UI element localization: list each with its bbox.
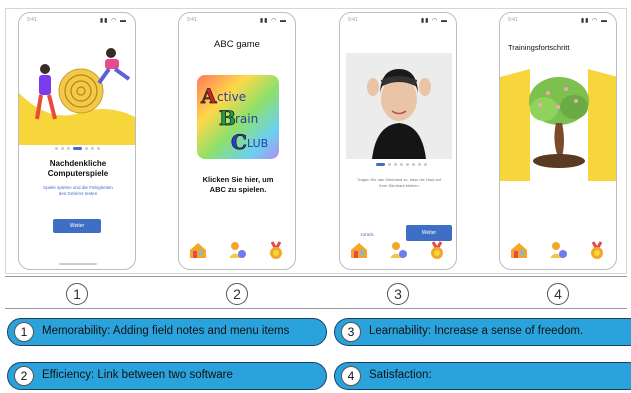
user-brain-icon[interactable]: [226, 240, 248, 260]
brain-game-illustration: [19, 48, 135, 145]
home-icon[interactable]: [508, 240, 530, 260]
note-efficiency: 2 Efficiency: Link between two software: [7, 362, 327, 390]
tab-bar: [340, 237, 456, 263]
onboarding-description: Spiele spielen und die Fähigkeiten des G…: [43, 185, 113, 196]
note-number: 4: [341, 366, 361, 386]
phone-screen-onboarding: 9:41 ▮▮ ◠ ▬ Nachdenkliche Computerspiele…: [18, 12, 136, 270]
note-learnability: 3 Learnability: Increase a sense of free…: [334, 318, 631, 346]
phone-screen-headband: 9:41 ▮▮ ◠ ▬ Tragen Sie das Stirnband so,…: [339, 12, 457, 270]
medal-icon[interactable]: [265, 240, 287, 260]
page-indicator: [376, 163, 427, 166]
screen-number-4: 4: [547, 283, 569, 305]
svg-text:LUB: LUB: [247, 137, 268, 150]
signal-wifi-battery-icon: ▮▮ ◠ ▬: [259, 18, 287, 24]
svg-text:B: B: [219, 106, 236, 130]
phone-screen-training-progress: 9:41 ▮▮ ◠ ▬ Trainingsfortschritt: [499, 12, 617, 270]
svg-text:A: A: [200, 84, 217, 108]
growth-tree-illustration: [500, 69, 616, 181]
note-satisfaction: 4 Satisfaction:: [334, 362, 631, 390]
abc-game-logo[interactable]: A ctive B rain C LUB: [197, 75, 279, 159]
status-time: 9:41: [27, 17, 37, 23]
home-icon[interactable]: [348, 240, 370, 260]
status-time: 9:41: [187, 17, 197, 23]
tab-bar: [500, 237, 616, 263]
note-text: Satisfaction:: [369, 369, 432, 381]
medal-icon[interactable]: [586, 240, 608, 260]
divider-top: [5, 276, 627, 277]
play-abc-prompt[interactable]: Klicken Sie hier, um ABC zu spielen.: [201, 175, 275, 195]
user-brain-icon[interactable]: [547, 240, 569, 260]
screen-number-3: 3: [387, 283, 409, 305]
note-number: 2: [14, 366, 34, 386]
page-indicator: [55, 147, 100, 150]
home-icon[interactable]: [187, 240, 209, 260]
status-bar: 9:41 ▮▮ ◠ ▬: [27, 17, 127, 25]
next-button[interactable]: Weiter: [53, 219, 101, 233]
status-time: 9:41: [348, 17, 358, 23]
signal-wifi-battery-icon: ▮▮ ◠ ▬: [580, 18, 608, 24]
home-indicator: [59, 263, 97, 265]
screen-number-1: 1: [66, 283, 88, 305]
user-brain-icon[interactable]: [387, 240, 409, 260]
signal-wifi-battery-icon: ▮▮ ◠ ▬: [99, 18, 127, 24]
screen-title: Trainingsfortschritt: [508, 43, 570, 52]
note-memorability: 1 Memorability: Adding field notes and m…: [7, 318, 327, 346]
medal-icon[interactable]: [426, 240, 448, 260]
signal-wifi-battery-icon: ▮▮ ◠ ▬: [420, 18, 448, 24]
status-bar: 9:41 ▮▮ ◠ ▬: [187, 17, 287, 25]
note-text: Memorability: Adding field notes and men…: [42, 325, 290, 337]
note-number: 3: [341, 322, 361, 342]
note-text: Learnability: Increase a sense of freedo…: [369, 325, 584, 337]
status-time: 9:41: [508, 17, 518, 23]
phone-screen-abc-game: 9:41 ▮▮ ◠ ▬ ABC game A ctive B rain C LU…: [178, 12, 296, 270]
status-bar: 9:41 ▮▮ ◠ ▬: [508, 17, 608, 25]
note-text: Efficiency: Link between two software: [42, 369, 233, 381]
screen-number-2: 2: [226, 283, 248, 305]
divider-bottom: [5, 308, 627, 309]
headband-photo: [346, 53, 452, 159]
svg-text:C: C: [231, 130, 247, 154]
abc-logo-lettering-icon: A ctive B rain C LUB: [200, 84, 269, 155]
svg-text:rain: rain: [235, 112, 258, 126]
screen-title: ABC game: [214, 39, 260, 50]
svg-text:ctive: ctive: [217, 90, 246, 104]
tab-bar: [179, 237, 295, 263]
status-bar: 9:41 ▮▮ ◠ ▬: [348, 17, 448, 25]
note-number: 1: [14, 322, 34, 342]
headband-caption: Tragen Sie das Stirnband so, dass die Ha…: [357, 177, 441, 188]
onboarding-title: Nachdenkliche Computerspiele: [47, 159, 109, 178]
